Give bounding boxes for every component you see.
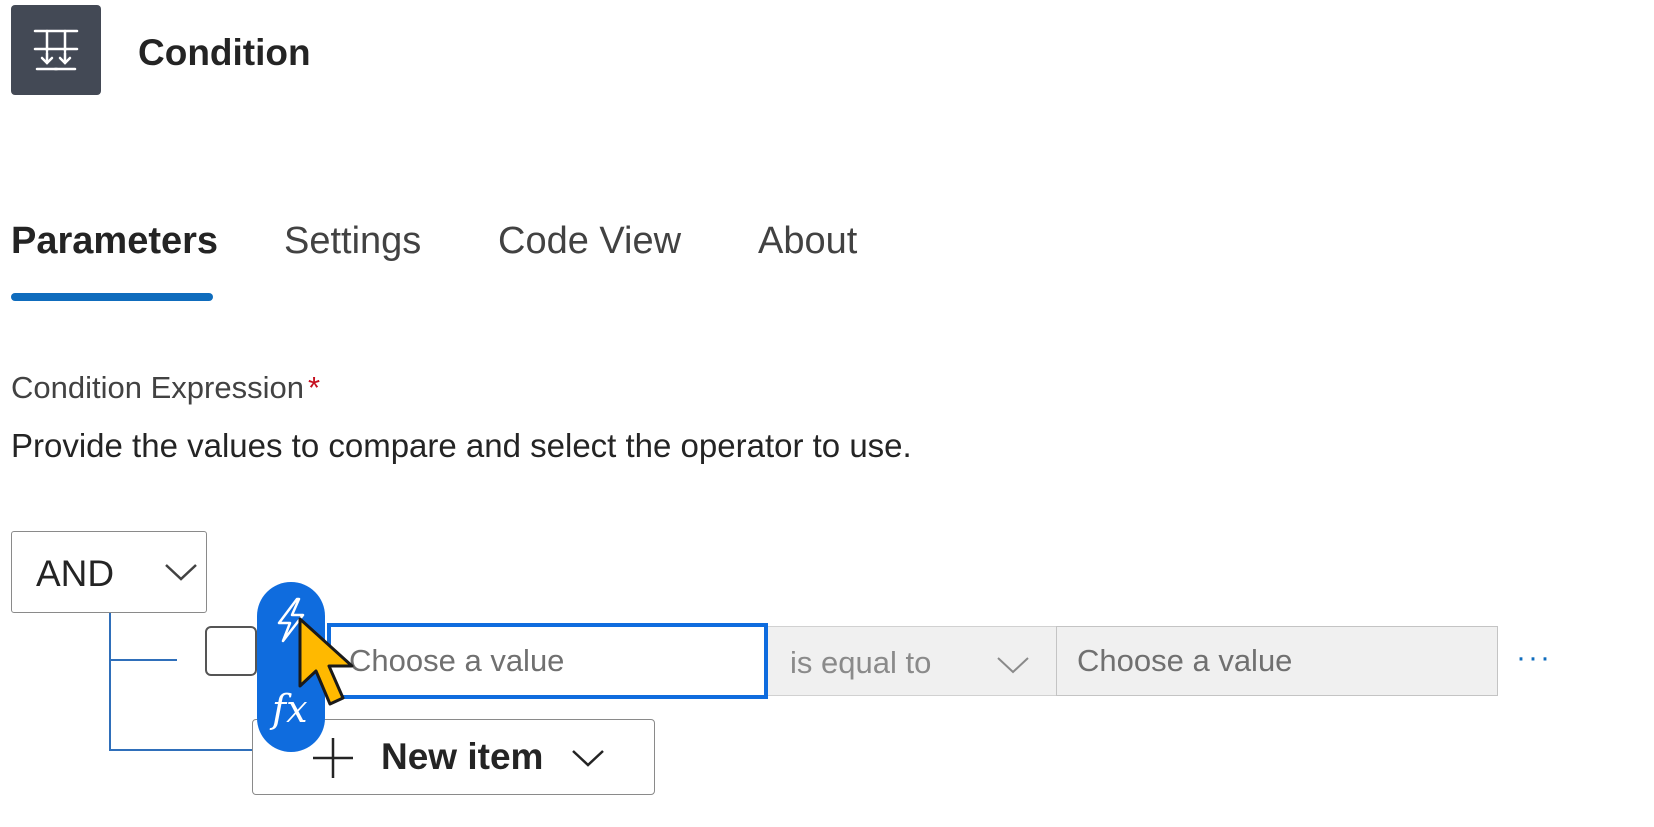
- more-options-button[interactable]: ···: [1516, 640, 1552, 676]
- chevron-down-icon: [572, 750, 604, 767]
- active-tab-indicator: [11, 293, 213, 301]
- field-label-text: Condition Expression: [11, 370, 304, 405]
- operator-value: is equal to: [790, 645, 932, 680]
- tab-about[interactable]: About: [758, 216, 857, 266]
- mouse-cursor-icon: [298, 617, 354, 706]
- tree-connector-new-item: [109, 749, 253, 751]
- tree-connector-vertical: [109, 613, 111, 751]
- condition-icon: [11, 5, 101, 95]
- logic-operator-dropdown[interactable]: AND: [11, 531, 207, 613]
- required-marker: *: [307, 370, 321, 405]
- comparison-operator-dropdown[interactable]: is equal to: [768, 626, 1056, 696]
- tab-code-view[interactable]: Code View: [498, 216, 681, 266]
- new-item-label: New item: [381, 736, 544, 777]
- left-value-input[interactable]: [327, 623, 768, 699]
- plus-icon: [313, 738, 353, 778]
- field-description: Provide the values to compare and select…: [11, 427, 912, 464]
- right-value-input[interactable]: [1056, 626, 1498, 696]
- chevron-down-icon: [165, 564, 197, 581]
- logic-operator-value: AND: [36, 553, 115, 594]
- tree-connector-row: [109, 659, 177, 661]
- tab-parameters[interactable]: Parameters: [11, 216, 218, 266]
- chevron-down-icon: [997, 657, 1029, 674]
- tab-settings[interactable]: Settings: [284, 216, 421, 266]
- page-title: Condition: [138, 32, 311, 73]
- row-select-checkbox[interactable]: [205, 626, 257, 676]
- condition-expression-label: Condition Expression *: [11, 368, 320, 408]
